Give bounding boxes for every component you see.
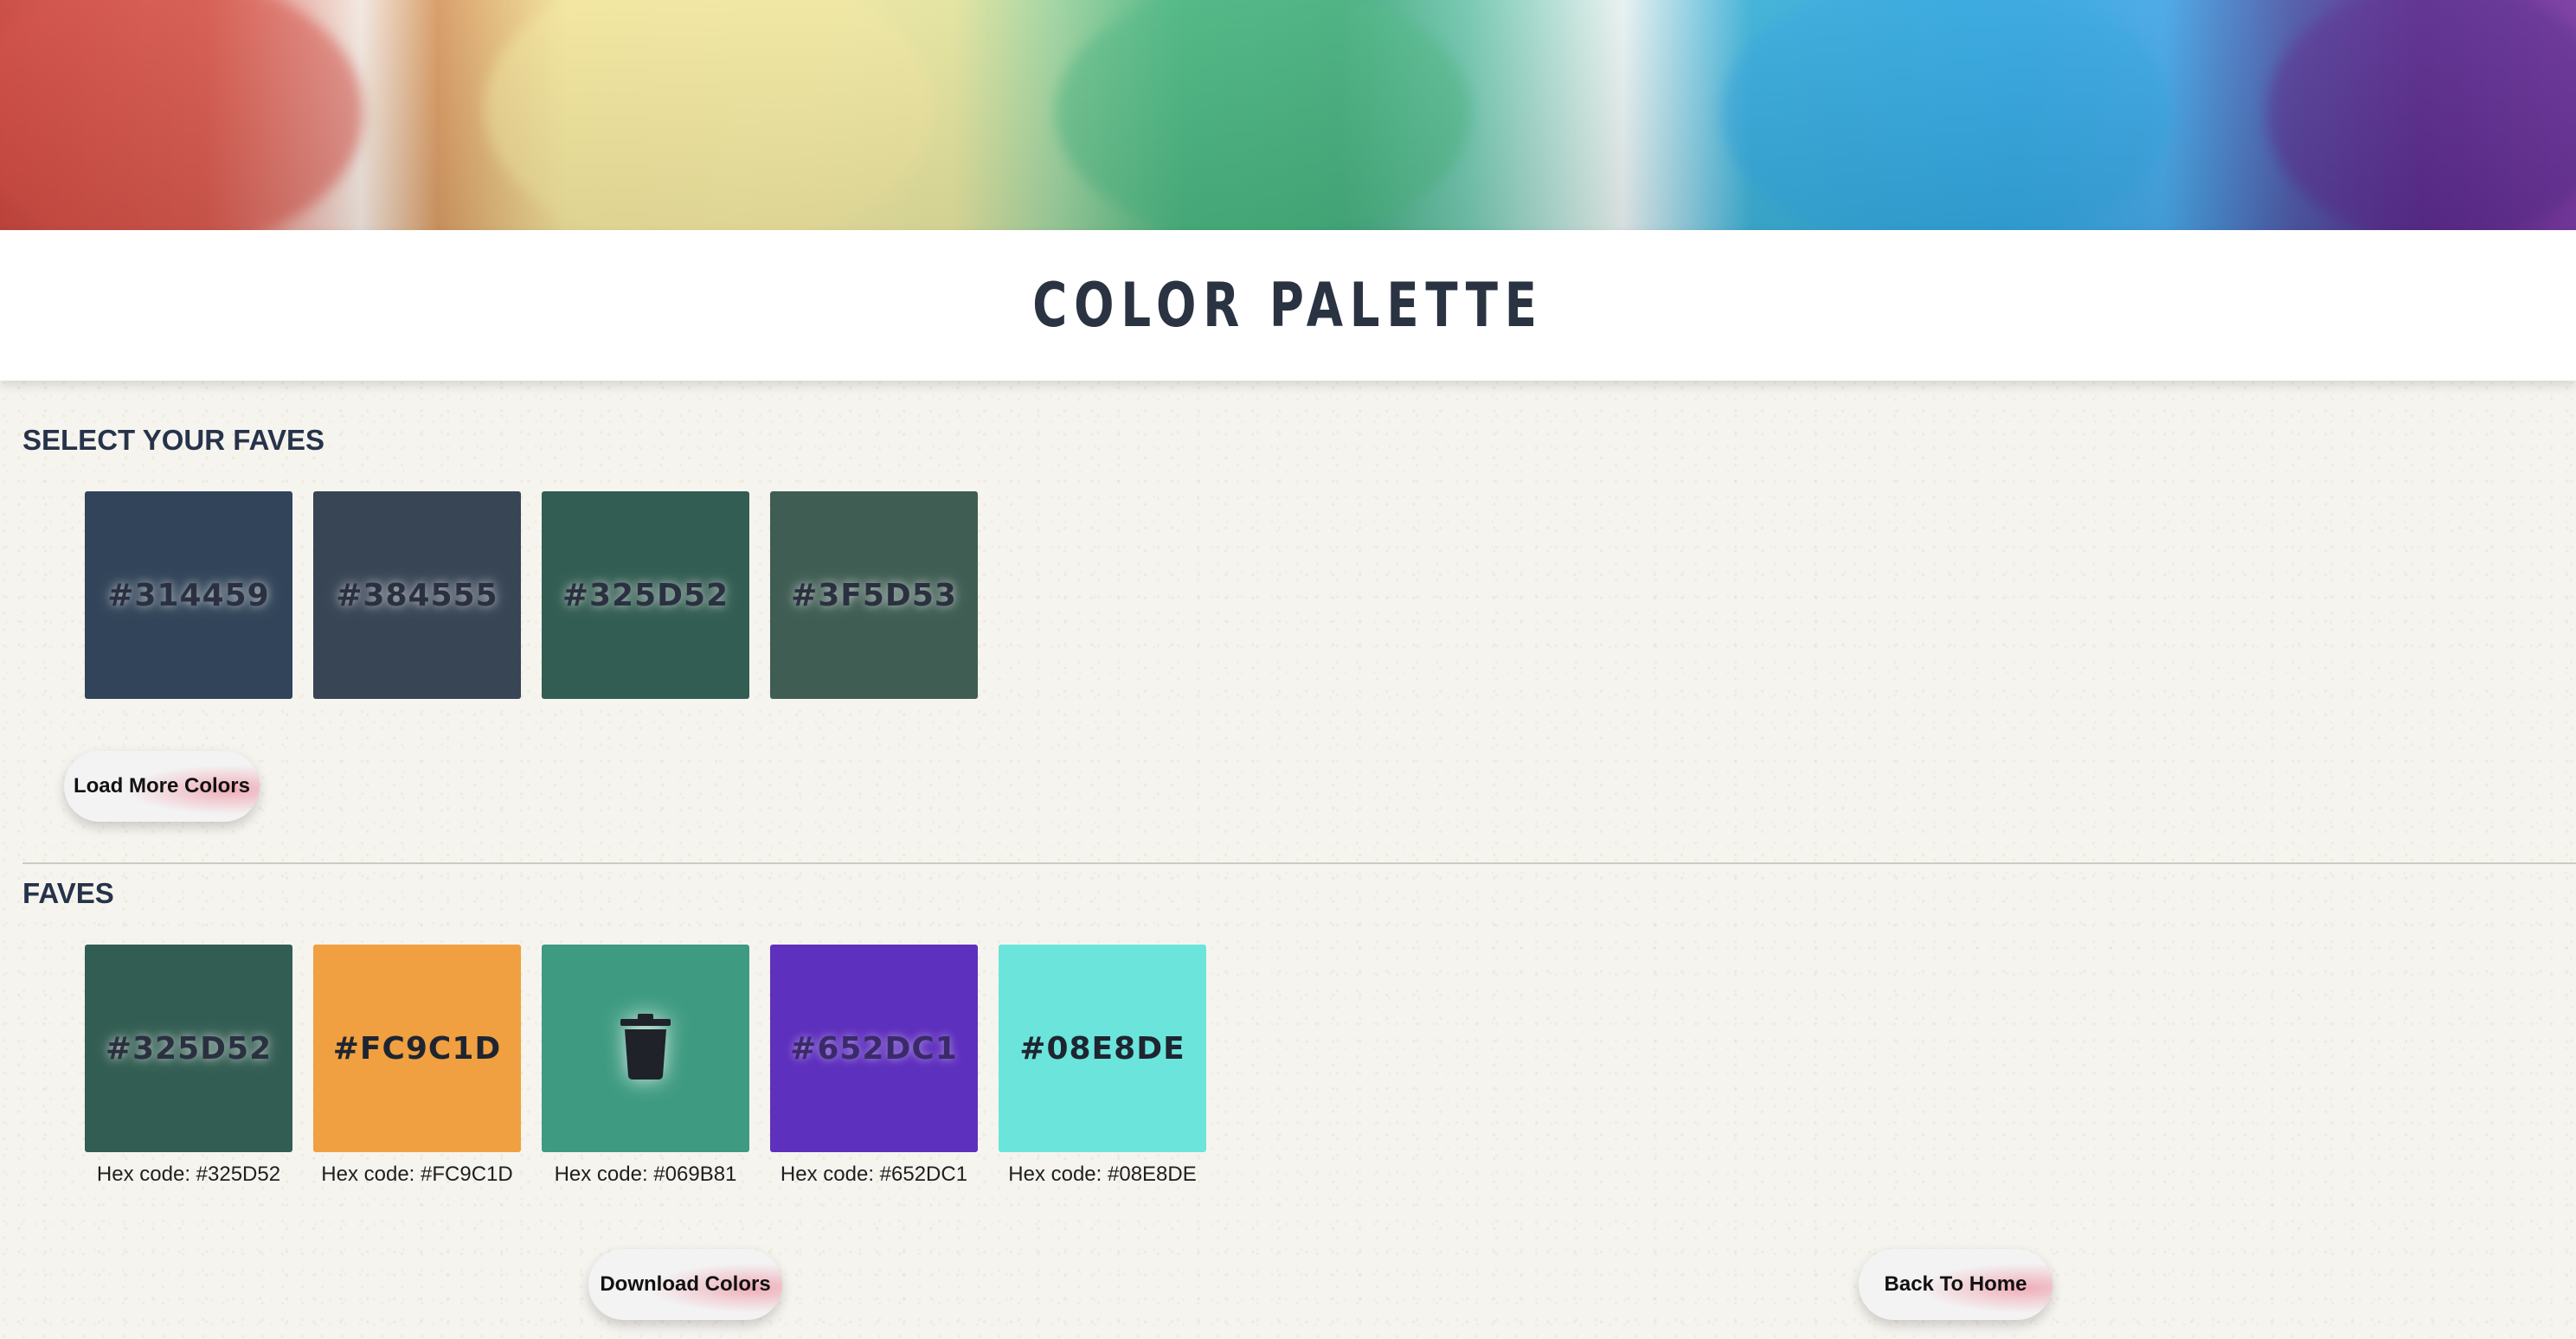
back-to-home-button[interactable]: Back To Home xyxy=(1859,1249,2052,1320)
swatch-hex-label: #384555 xyxy=(336,577,498,613)
download-colors-button[interactable]: Download Colors xyxy=(588,1249,782,1320)
title-bar: COLOR PALETTE xyxy=(0,230,2576,381)
swatch-hex-label: #FC9C1D xyxy=(332,1030,502,1067)
faves-heading: FAVES xyxy=(22,877,114,909)
trash-icon xyxy=(620,1013,671,1080)
hex-code-caption: Hex code: #652DC1 xyxy=(780,1163,968,1186)
select-faves-heading: SELECT YOUR FAVES xyxy=(22,424,325,456)
color-swatch[interactable]: #3F5D53 xyxy=(770,491,978,699)
page-title: COLOR PALETTE xyxy=(1032,270,1544,341)
hex-code-caption: Hex code: #08E8DE xyxy=(1008,1163,1197,1186)
color-swatch[interactable]: #314459 xyxy=(85,491,292,699)
swatch-hex-label: #3F5D53 xyxy=(791,577,957,613)
fave-swatch[interactable]: #652DC1 xyxy=(770,945,978,1152)
color-swatch[interactable]: #325D52 xyxy=(542,491,749,699)
swatch-hex-label: #314459 xyxy=(107,577,270,613)
delete-button[interactable] xyxy=(617,1013,674,1084)
swatch-hex-label: #652DC1 xyxy=(790,1030,958,1067)
swatch-hex-label: #325D52 xyxy=(105,1030,273,1067)
load-more-colors-button[interactable]: Load More Colors xyxy=(64,751,260,822)
hex-code-caption: Hex code: #FC9C1D xyxy=(321,1163,513,1186)
fave-swatch[interactable]: #08E8DE xyxy=(999,945,1206,1152)
fave-swatch[interactable]: #325D52 xyxy=(85,945,292,1152)
swatch-hex-label: #325D52 xyxy=(562,577,729,613)
hero-banner xyxy=(0,0,2576,230)
section-divider xyxy=(22,862,2576,864)
hex-code-caption: Hex code: #069B81 xyxy=(554,1163,737,1186)
swatch-hex-label: #08E8DE xyxy=(1019,1030,1185,1067)
fave-swatch[interactable]: #FC9C1D xyxy=(313,945,521,1152)
hex-code-caption: Hex code: #325D52 xyxy=(96,1163,281,1186)
fave-swatch-hovered[interactable] xyxy=(542,945,749,1152)
color-swatch[interactable]: #384555 xyxy=(313,491,521,699)
